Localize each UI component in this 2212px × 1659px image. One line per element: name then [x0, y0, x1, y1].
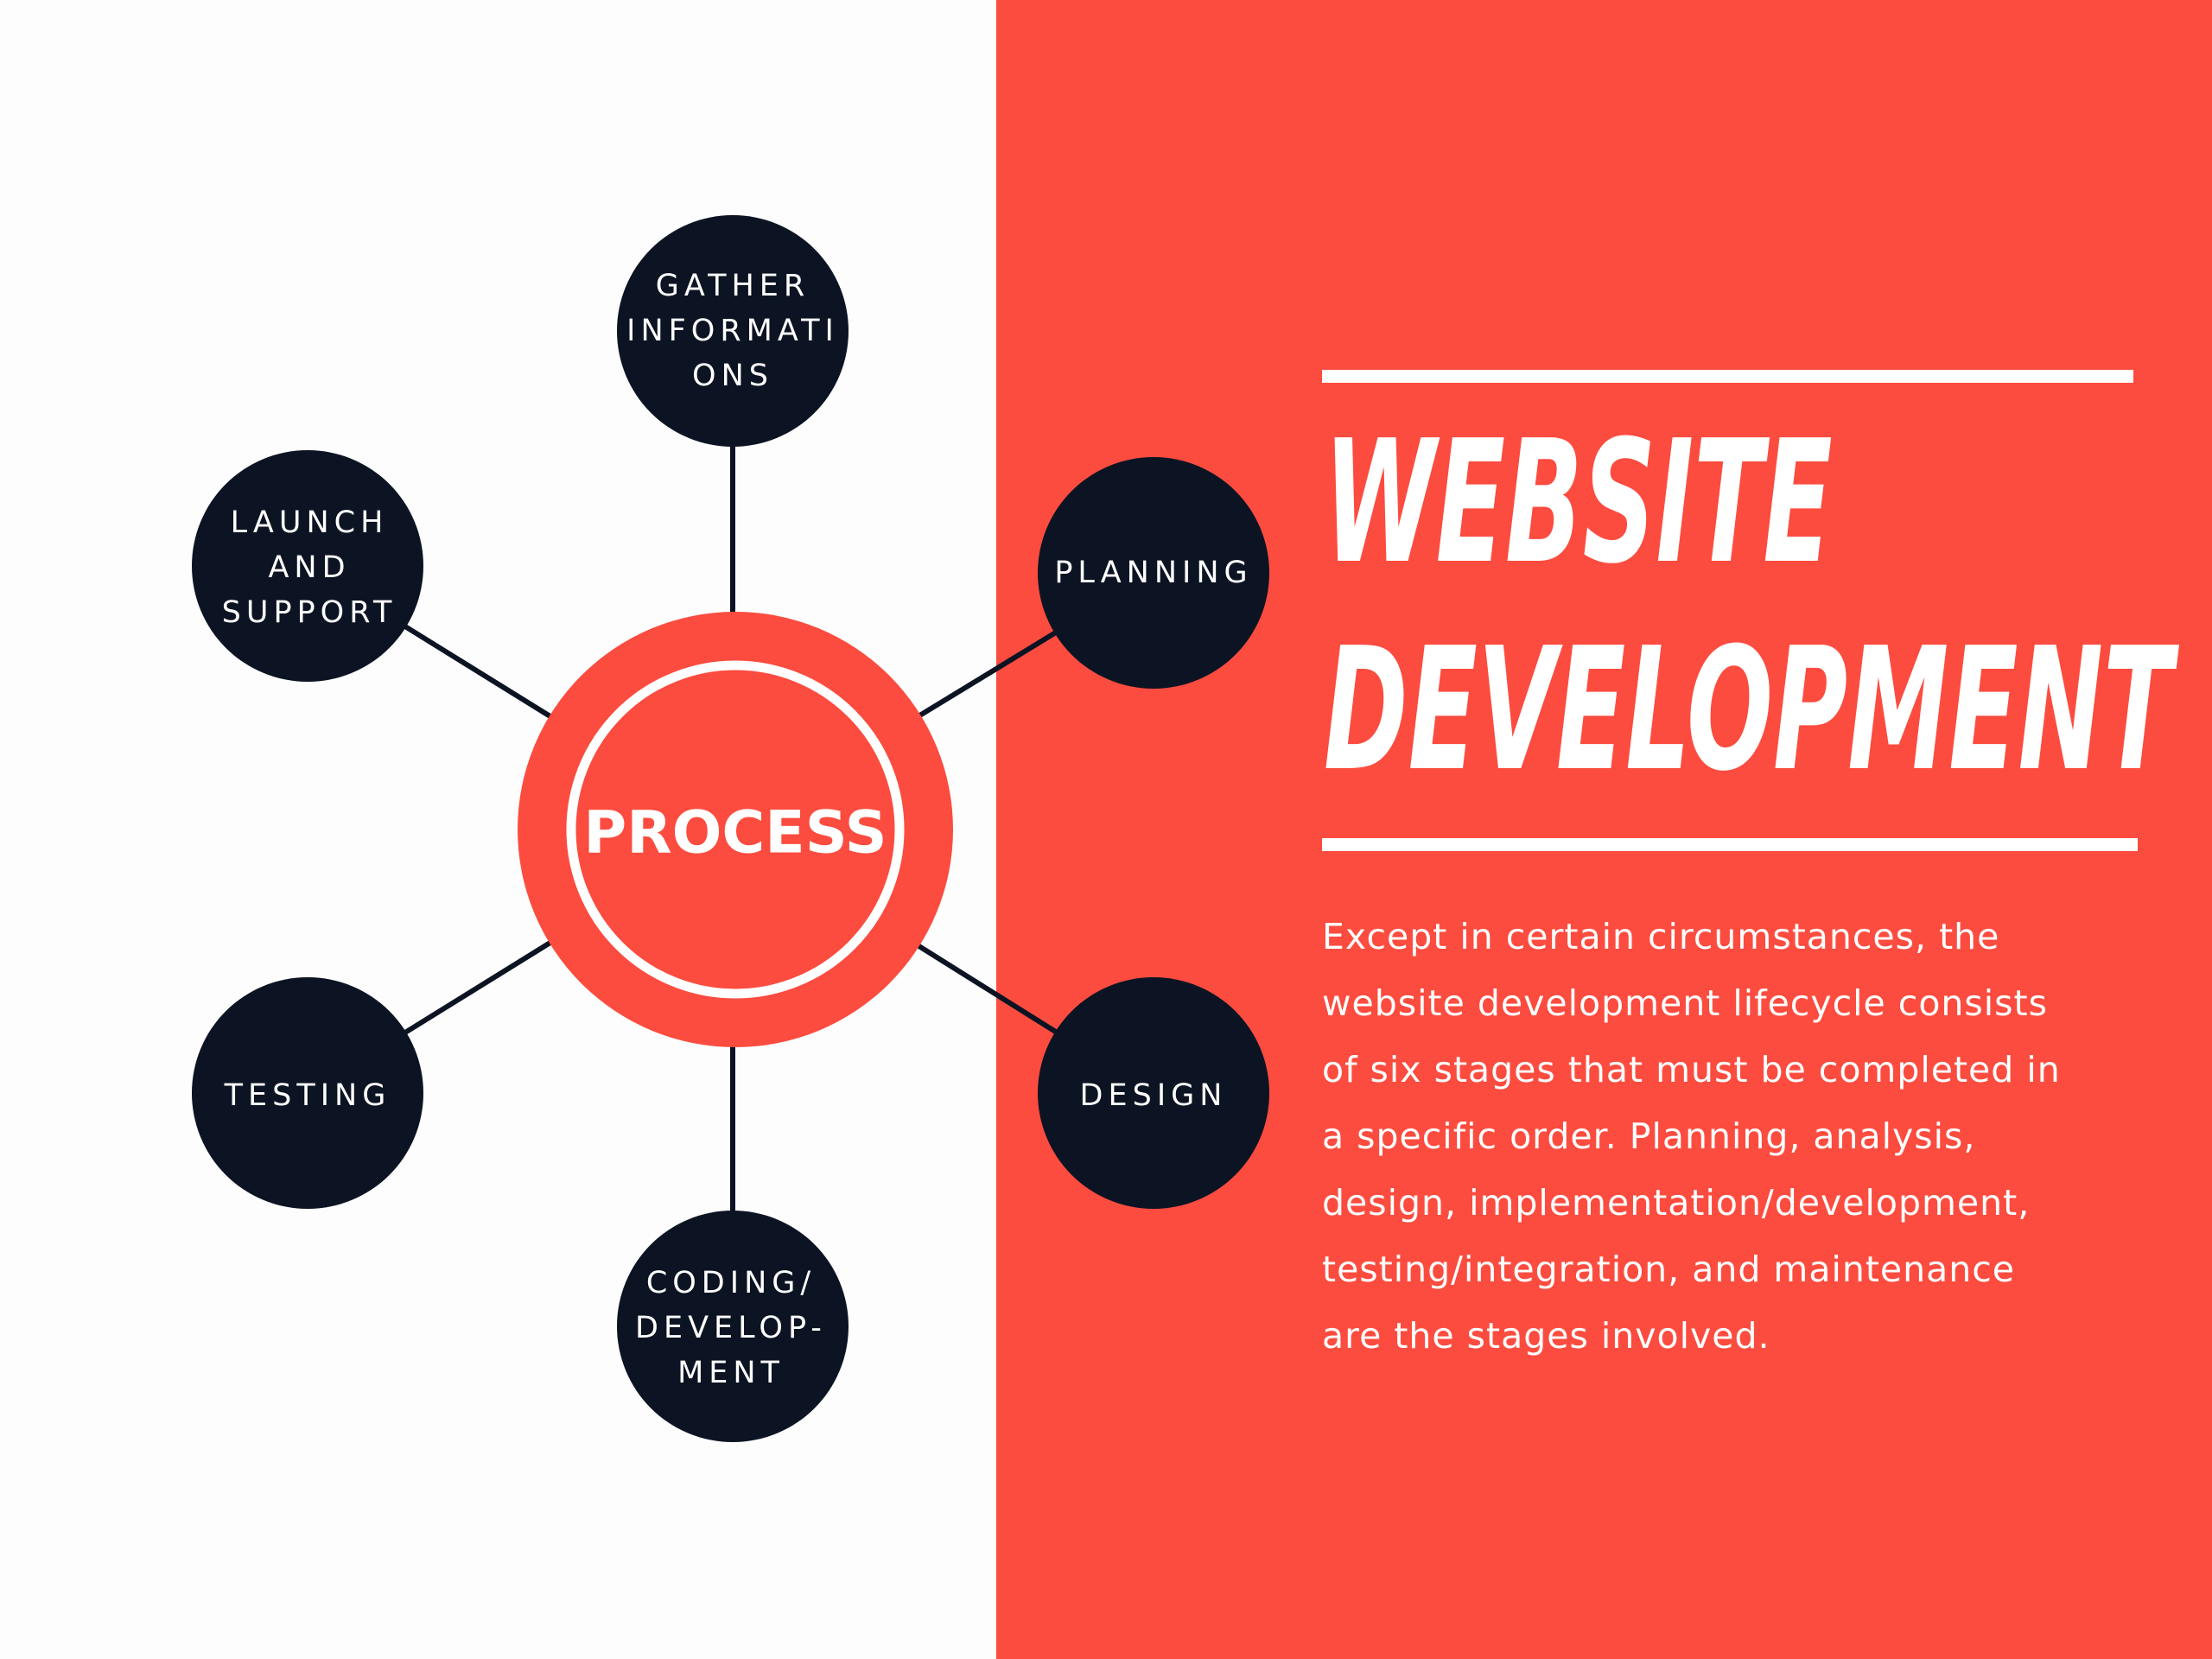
title-line-1: WEBSITE: [1324, 404, 1833, 601]
page-title: WEBSITE DEVELOPMENT: [1324, 399, 2188, 814]
stage-label-coding: CODING/ DEVELOP- MENT: [635, 1266, 827, 1390]
center-label: PROCESS: [583, 798, 887, 868]
stage-label-gather: GATHER INFORMATI ONS: [626, 269, 839, 393]
title-rule-bottom: [1322, 838, 2138, 851]
process-diagram: [192, 215, 1269, 1442]
stage-label-testing: TESTING: [224, 1078, 391, 1113]
stage-label-design: DESIGN: [1079, 1078, 1228, 1113]
description-text: Except in certain circumstances, the web…: [1322, 916, 2061, 1357]
stage-label-launch: LAUNCH AND SUPPORT: [221, 505, 397, 630]
title-line-2: DEVELOPMENT: [1324, 612, 2173, 809]
stage-label-planning: PLANNING: [1054, 556, 1253, 590]
title-rule-top: [1322, 370, 2133, 383]
